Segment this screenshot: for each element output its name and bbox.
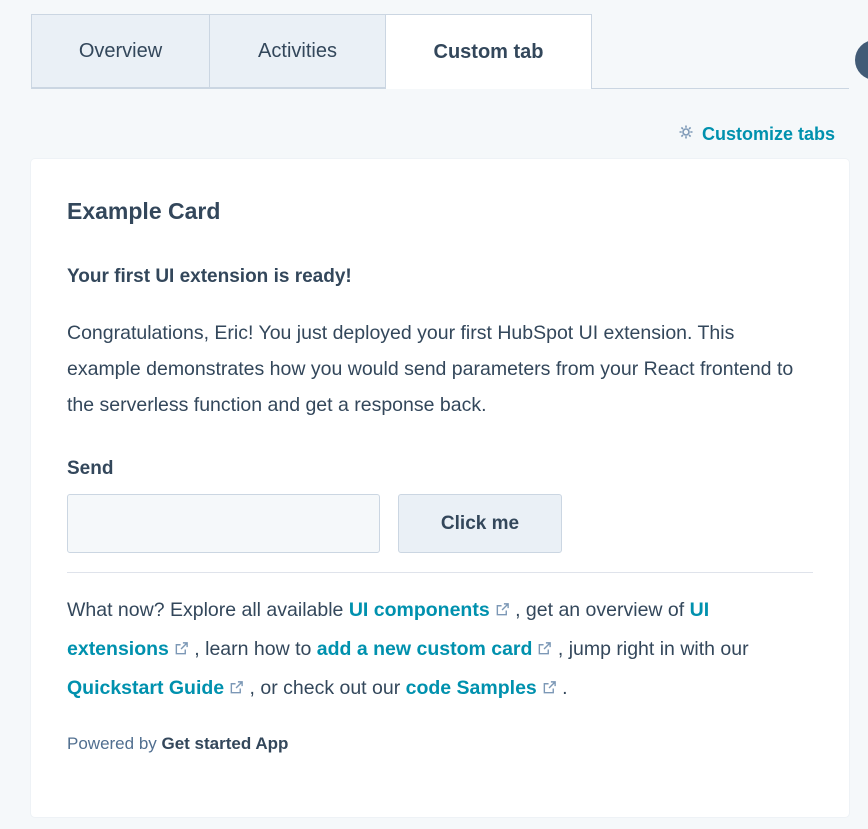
what-now-text: What now? Explore all available UI compo… — [67, 591, 813, 708]
powered-by-prefix: Powered by — [67, 734, 162, 753]
tab-activities[interactable]: Activities — [209, 14, 386, 88]
card-title: Example Card — [67, 198, 221, 224]
link-add-custom-card-label: add a new custom card — [316, 638, 533, 660]
link-code-samples-label: code Samples — [405, 677, 537, 699]
link-quickstart-guide[interactable]: Quickstart Guide — [67, 677, 244, 699]
card-subtitle: Your first UI extension is ready! — [67, 266, 352, 287]
tab-bar: Overview Activities Custom tab — [31, 14, 849, 89]
send-row: Click me — [67, 494, 813, 553]
click-me-button[interactable]: Click me — [398, 494, 562, 553]
link-code-samples[interactable]: code Samples — [406, 677, 557, 699]
link-ui-components[interactable]: UI components — [349, 599, 510, 621]
what-now-text-3: , learn how to — [188, 638, 317, 660]
customize-tabs-link[interactable]: Customize tabs — [678, 124, 835, 145]
what-now-text-6: . — [556, 677, 568, 699]
send-label: Send — [67, 458, 114, 479]
external-link-icon — [230, 681, 243, 694]
avatar[interactable] — [855, 40, 868, 80]
link-quickstart-guide-label: Quickstart Guide — [67, 677, 225, 699]
what-now-text-4: , jump right in with our — [552, 638, 749, 660]
tab-overview[interactable]: Overview — [31, 14, 210, 88]
send-input[interactable] — [67, 494, 380, 553]
what-now-text-5: , or check out our — [244, 677, 406, 699]
divider — [67, 572, 813, 573]
what-now-text-2: , get an overview of — [509, 599, 690, 621]
external-link-icon — [175, 642, 188, 655]
external-link-icon — [543, 681, 556, 694]
powered-by-app: Get started App — [161, 734, 289, 753]
tab-custom[interactable]: Custom tab — [385, 14, 592, 89]
external-link-icon — [539, 642, 552, 655]
card-description: Congratulations, Eric! You just deployed… — [67, 322, 794, 416]
link-add-custom-card[interactable]: add a new custom card — [317, 638, 553, 660]
external-link-icon — [496, 603, 509, 616]
powered-by: Powered by Get started App — [67, 734, 813, 754]
link-ui-components-label: UI components — [348, 599, 490, 621]
what-now-intro: What now? Explore all available — [67, 599, 349, 621]
gear-icon — [678, 124, 694, 145]
example-card: Example Card Your first UI extension is … — [31, 159, 849, 817]
customize-tabs-label: Customize tabs — [701, 124, 835, 144]
